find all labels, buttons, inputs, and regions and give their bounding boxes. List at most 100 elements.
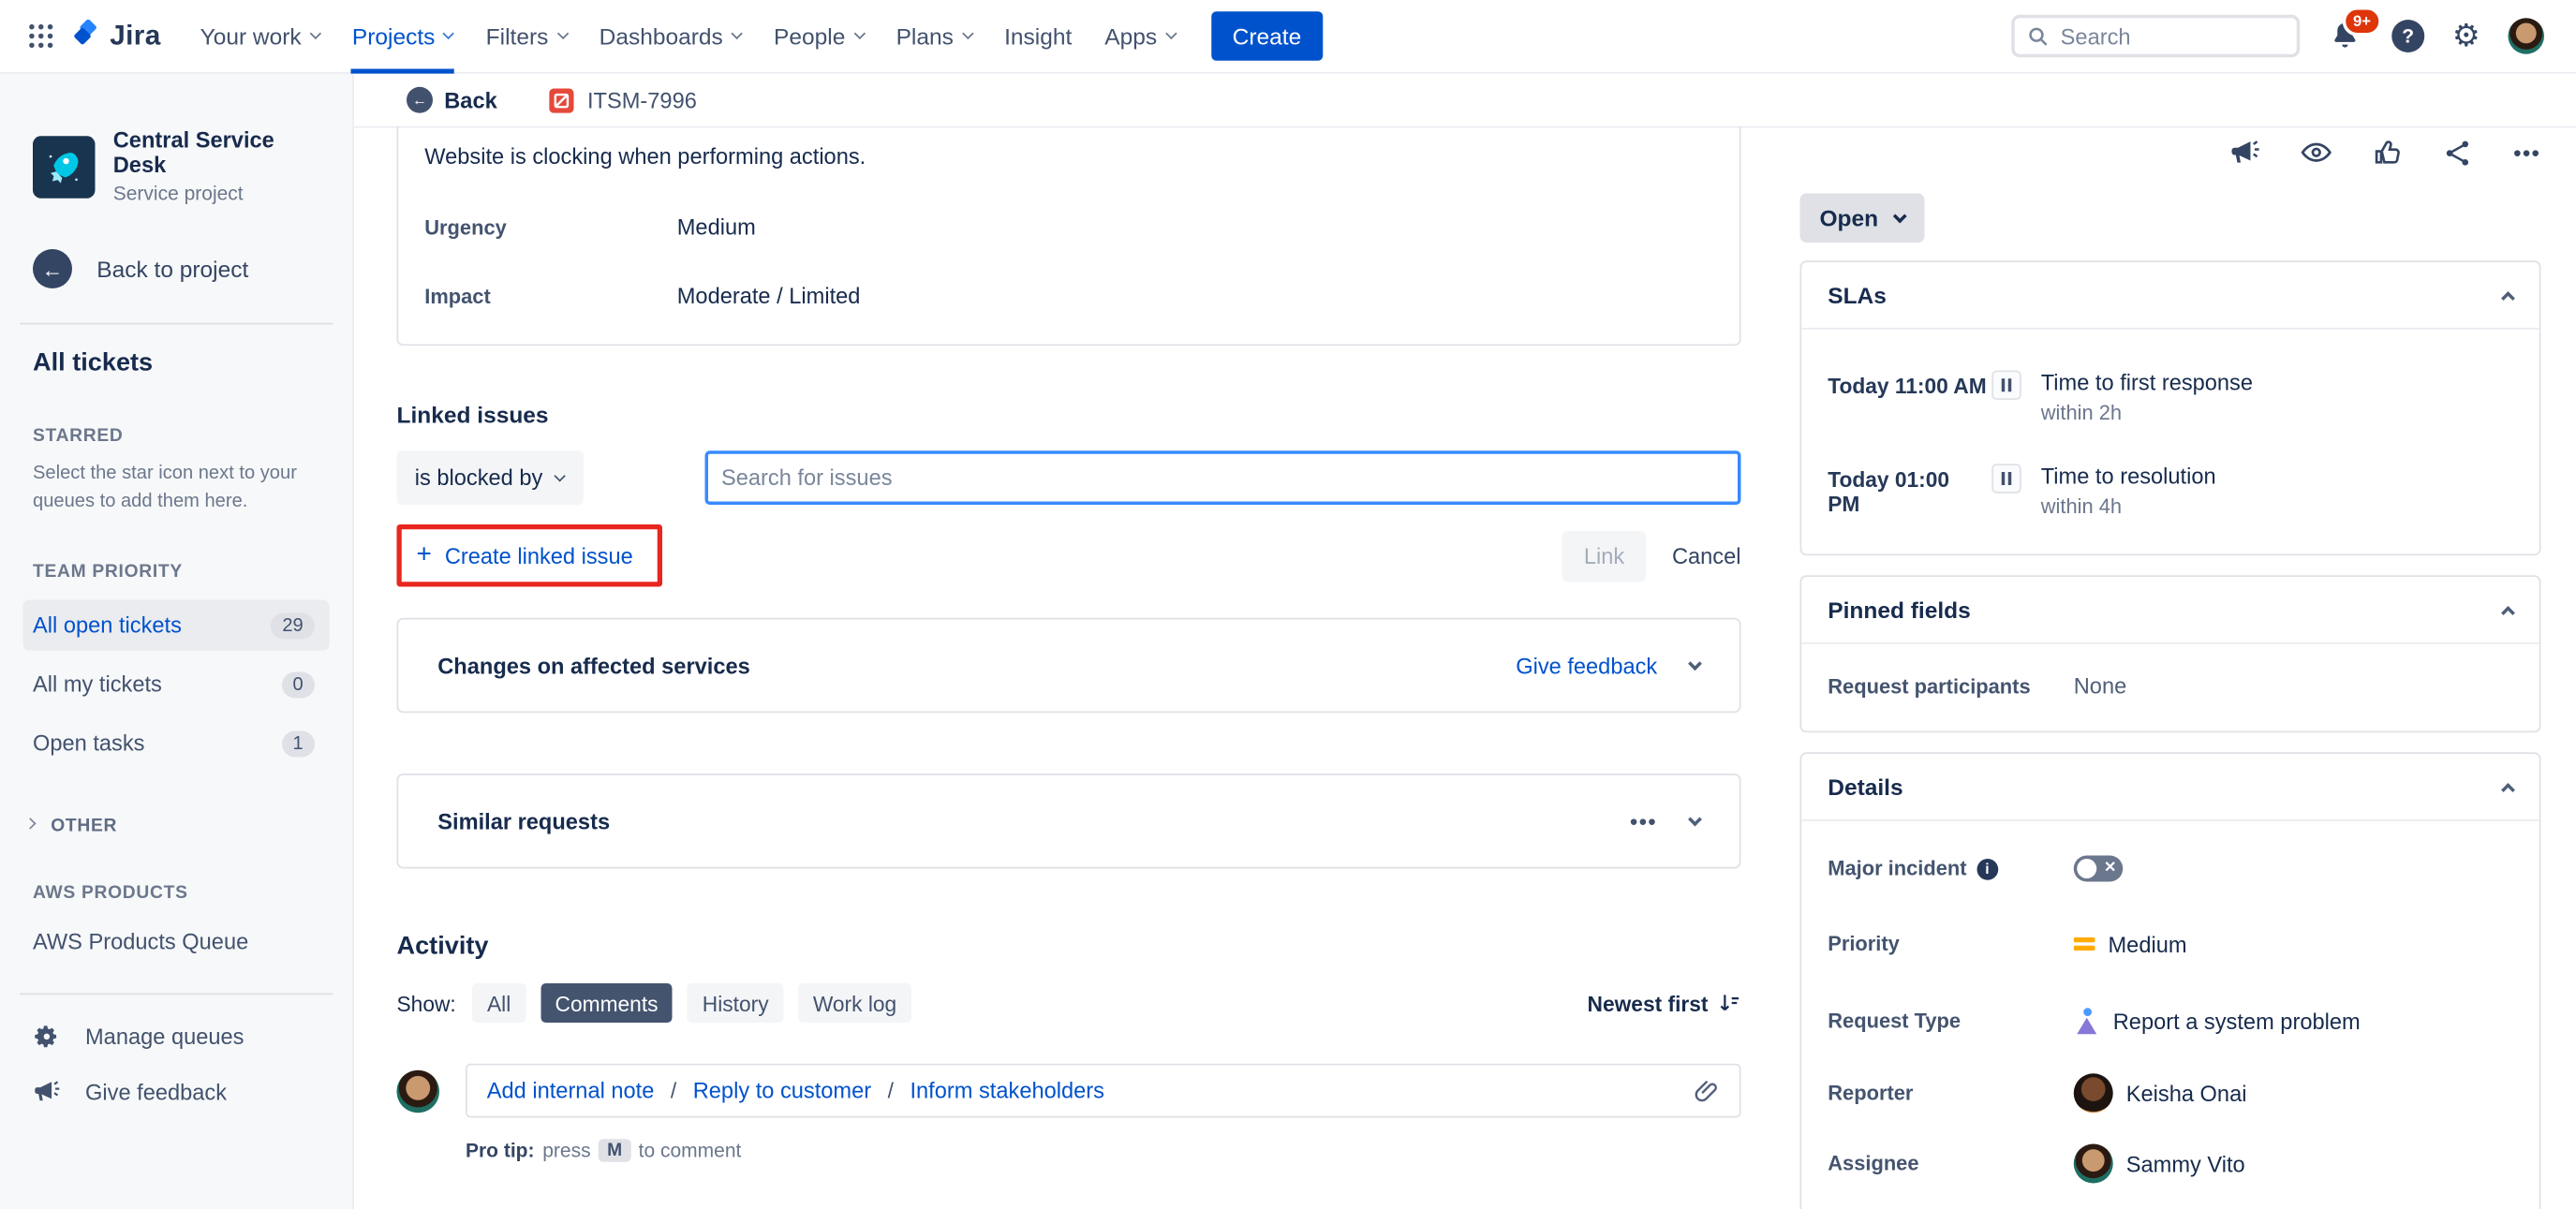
breadcrumb-back[interactable]: ← Back	[407, 86, 497, 113]
sidebar-divider	[20, 994, 333, 995]
chevron-down-icon	[443, 27, 455, 40]
sidebar-item-aws-products-queue[interactable]: AWS Products Queue	[33, 930, 330, 954]
chevron-down-icon	[961, 27, 973, 40]
issue-actions: •••	[1800, 136, 2541, 169]
create-linked-issue-link[interactable]: Create linked issue	[445, 543, 633, 568]
jira-logo-text: Jira	[110, 20, 161, 52]
screenshot: Jira Your work Projects Filters Dashboar…	[0, 0, 2576, 1209]
sidebar-item-open-tasks[interactable]: Open tasks 1	[23, 718, 330, 769]
linked-issues-title: Linked issues	[396, 401, 549, 428]
cancel-button[interactable]: Cancel	[1672, 543, 1741, 568]
major-incident-toggle[interactable]: ✕	[2073, 855, 2124, 882]
create-button[interactable]: Create	[1210, 11, 1323, 61]
sla-paused-icon[interactable]	[1991, 370, 2021, 400]
pinned-fields-header: Pinned fields	[1801, 577, 2539, 644]
impact-value[interactable]: Moderate / Limited	[677, 284, 1713, 308]
nav-people[interactable]: People	[758, 0, 881, 73]
reporter-value[interactable]: Keisha Onai	[2073, 1073, 2513, 1113]
app-switcher-icon[interactable]	[20, 15, 63, 58]
jira-logo[interactable]: Jira	[69, 19, 161, 53]
notifications-bell-icon[interactable]: 9+	[2328, 7, 2382, 54]
add-internal-note-link[interactable]: Add internal note	[487, 1079, 655, 1103]
issue-search-input[interactable]	[721, 465, 1725, 491]
grid-icon	[29, 23, 53, 49]
collapse-chevron-icon[interactable]	[2501, 601, 2515, 620]
give-feedback-link[interactable]: Give feedback	[1516, 653, 1657, 677]
chevron-down-icon	[853, 27, 866, 40]
share-icon[interactable]	[2443, 137, 2474, 168]
watch-eye-icon[interactable]	[2301, 136, 2333, 169]
vote-thumbs-up-icon[interactable]	[2373, 137, 2404, 168]
link-button[interactable]: Link	[1562, 530, 1646, 582]
activity-title: Activity	[396, 932, 489, 961]
priority-value[interactable]: Medium	[2073, 932, 2513, 956]
pinned-fields-card: Pinned fields Request participants None	[1799, 575, 2541, 733]
filter-history[interactable]: History	[688, 983, 784, 1023]
sidebar-item-all-my-tickets[interactable]: All my tickets 0	[23, 659, 330, 710]
breadcrumb-issue-key[interactable]: ITSM-7996	[549, 87, 697, 112]
more-actions-icon[interactable]: •••	[1630, 809, 1657, 833]
chevron-right-icon	[24, 818, 37, 831]
info-icon[interactable]: i	[1976, 858, 1998, 879]
inform-stakeholders-link[interactable]: Inform stakeholders	[910, 1079, 1103, 1103]
queue-list: All open tickets 29 All my tickets 0 Ope…	[22, 600, 330, 769]
sidebar-item-all-open-tickets[interactable]: All open tickets 29	[22, 600, 330, 652]
nav-projects[interactable]: Projects	[335, 0, 469, 73]
feedback-megaphone-icon[interactable]	[2230, 137, 2261, 168]
more-actions-icon[interactable]: •••	[2513, 140, 2540, 165]
expand-chevron-icon[interactable]	[1688, 811, 1702, 826]
issue-description-text: Website is clocking when performing acti…	[424, 144, 866, 170]
nav-plans[interactable]: Plans	[880, 0, 988, 73]
description-card: Website is clocking when performing acti…	[396, 125, 1741, 346]
priority-medium-icon	[2073, 937, 2095, 951]
rocket-icon	[49, 152, 79, 183]
details-header: Details	[1801, 754, 2539, 821]
comment-composer[interactable]: Add internal note / Reply to customer / …	[466, 1063, 1741, 1118]
plus-icon: +	[416, 540, 432, 569]
sidebar-give-feedback[interactable]: Give feedback	[33, 1079, 330, 1107]
reporter-field: Reporter Keisha Onai	[1828, 1073, 2513, 1113]
comment-composer-row: Add internal note / Reply to customer / …	[396, 1063, 1741, 1118]
sort-order-button[interactable]: Newest first	[1588, 991, 1741, 1015]
queue-count-badge: 0	[281, 671, 315, 699]
assignee-value[interactable]: Sammy Vito	[2073, 1143, 2513, 1184]
nav-insight[interactable]: Insight	[988, 0, 1088, 73]
status-dropdown[interactable]: Open	[1799, 193, 1925, 243]
sla-row: Today 01:00 PM Time to resolution within…	[1828, 464, 2216, 518]
manage-queues[interactable]: Manage queues	[33, 1024, 330, 1052]
request-participants-value[interactable]: None	[2074, 673, 2513, 698]
issue-side-panel: ••• Open SLAs Today 11:00 AM Time to fir…	[1799, 126, 2541, 1209]
queue-count-badge: 1	[281, 730, 315, 758]
settings-gear-icon[interactable]: ⚙	[2452, 20, 2480, 52]
breadcrumb: ← Back ITSM-7996	[354, 74, 2576, 126]
reply-to-customer-link[interactable]: Reply to customer	[693, 1079, 871, 1103]
collapse-chevron-icon[interactable]	[2501, 778, 2515, 797]
sidebar-divider	[20, 322, 333, 325]
urgency-value[interactable]: Medium	[677, 214, 1713, 239]
all-tickets-heading: All tickets	[33, 348, 154, 377]
sla-paused-icon[interactable]	[1991, 464, 2021, 494]
global-search-input[interactable]	[2060, 23, 2242, 49]
attachment-paperclip-icon[interactable]	[1692, 1077, 1720, 1105]
filter-comments[interactable]: Comments	[540, 983, 674, 1023]
help-icon[interactable]: ?	[2391, 20, 2425, 52]
details-card: Details Major incident i ✕ Priority Medi…	[1799, 752, 2541, 1209]
starred-hint: Select the star icon next to your queues…	[33, 464, 297, 511]
project-type: Service project	[112, 182, 244, 205]
back-to-project[interactable]: ← Back to project	[33, 249, 330, 288]
link-type-select[interactable]: is blocked by	[396, 450, 584, 505]
expand-chevron-icon[interactable]	[1688, 656, 1702, 671]
jira-logo-icon	[74, 19, 96, 44]
filter-all[interactable]: All	[472, 983, 526, 1023]
request-type-value[interactable]: Report a system problem	[2074, 1008, 2513, 1035]
nav-your-work[interactable]: Your work	[184, 0, 335, 73]
profile-avatar[interactable]	[2508, 18, 2544, 54]
sidebar-section-other[interactable]: OTHER	[24, 817, 330, 836]
nav-dashboards[interactable]: Dashboards	[583, 0, 757, 73]
collapse-chevron-icon[interactable]	[2501, 287, 2515, 305]
global-search[interactable]	[2011, 14, 2301, 58]
similar-requests-card: Similar requests •••	[396, 774, 1741, 869]
nav-apps[interactable]: Apps	[1088, 0, 1192, 73]
filter-work-log[interactable]: Work log	[798, 983, 911, 1023]
nav-filters[interactable]: Filters	[469, 0, 583, 73]
